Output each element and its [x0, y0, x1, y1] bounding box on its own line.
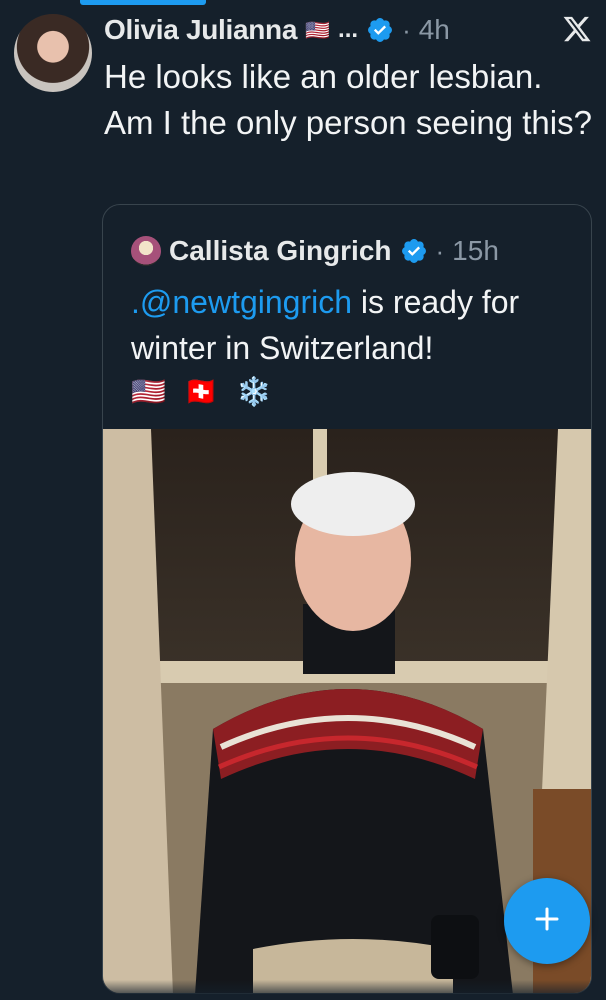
tweet-timestamp[interactable]: 4h [419, 14, 450, 46]
active-tab-indicator [80, 0, 206, 5]
name-truncation: ... [338, 16, 359, 43]
us-flag-emoji: 🇺🇸 [305, 19, 331, 42]
x-logo-icon[interactable] [562, 14, 592, 44]
header-separator: · [402, 14, 411, 45]
quoted-author-avatar [131, 236, 161, 266]
quoted-header-separator: · [435, 235, 445, 266]
quoted-tweet-header: Callista Gingrich · 15h [131, 231, 499, 271]
mention-link[interactable]: .@newtgingrich [131, 284, 352, 320]
quoted-tweet-timestamp[interactable]: 15h [452, 235, 499, 267]
compose-button[interactable] [504, 878, 590, 964]
tweet-header: Olivia Julianna 🇺🇸 ... · 4h [104, 12, 450, 48]
verified-badge-icon [400, 237, 428, 265]
quoted-author-name[interactable]: Callista Gingrich [169, 235, 392, 267]
quoted-tweet-card[interactable]: Callista Gingrich · 15h .@newtgingrich i… [102, 204, 592, 994]
bottom-edge [0, 980, 606, 1000]
author-name[interactable]: Olivia Julianna [104, 14, 297, 46]
snowflake-emoji: ❄️ [236, 375, 272, 407]
quoted-tweet-text: .@newtgingrich is ready for winter in Sw… [131, 279, 581, 371]
us-flag-emoji: 🇺🇸 [131, 375, 166, 407]
swiss-flag-emoji: 🇨🇭 [183, 375, 219, 407]
verified-badge-icon [366, 16, 394, 44]
quoted-tweet-emojis: 🇺🇸 🇨🇭 ❄️ [131, 371, 272, 411]
plus-icon [532, 904, 562, 939]
tweet-text: He looks like an older lesbian. Am I the… [104, 58, 592, 141]
author-avatar[interactable] [14, 14, 92, 92]
